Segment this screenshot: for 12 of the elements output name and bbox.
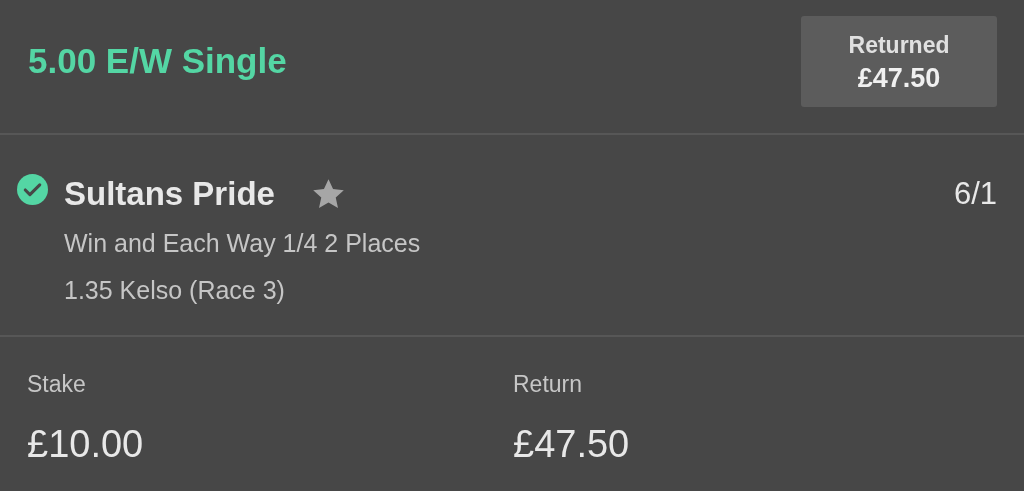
event-text: 1.35 Kelso (Race 3)	[64, 275, 286, 306]
status-amount: £47.50	[857, 61, 941, 95]
status-label: Returned	[848, 30, 950, 60]
bet-title: 5.00 E/W Single	[28, 40, 287, 83]
selection-name: Sultans Pride	[64, 175, 275, 214]
odds: 6/1	[953, 175, 997, 213]
check-icon	[17, 174, 48, 205]
total-value: £47.50	[513, 421, 631, 467]
total-label: Stake	[27, 370, 87, 399]
market-text: Win and Each Way 1/4 2 Places	[64, 227, 422, 259]
total-label: Return	[513, 370, 584, 399]
total-value: £10.00	[27, 421, 145, 467]
